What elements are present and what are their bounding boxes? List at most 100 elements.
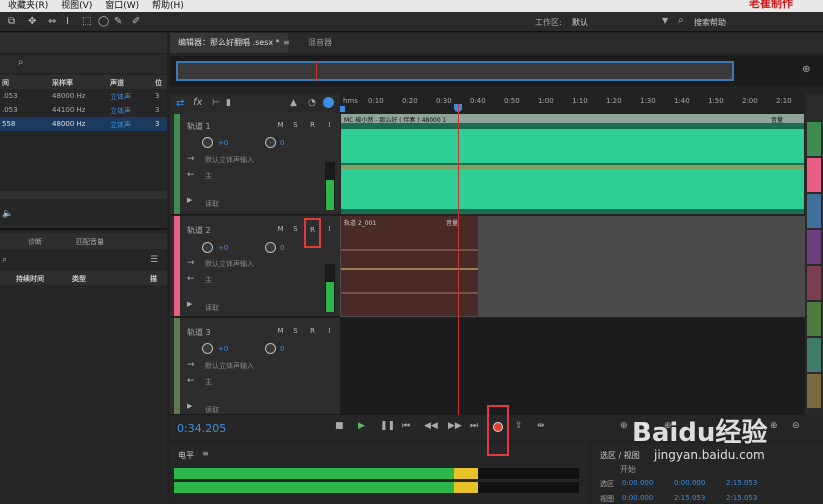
solo-button[interactable]: S (290, 225, 301, 233)
brush-icon[interactable]: ✎ (114, 16, 122, 27)
swap-icon[interactable]: ⇄ (176, 98, 184, 109)
play-icon[interactable]: ▶ (358, 421, 365, 431)
record-arm-button[interactable]: R (307, 327, 318, 335)
search-icon[interactable]: ⌕ (678, 15, 684, 26)
tab-mixer[interactable]: 混音器 (300, 33, 340, 53)
tab-menu-icon[interactable]: ≡ (283, 38, 290, 47)
track-meter (325, 264, 335, 312)
record-arm-button[interactable]: R (307, 121, 318, 129)
track-2-name[interactable]: 轨道 2 (187, 225, 211, 236)
heal-icon[interactable]: ✐ (132, 16, 140, 27)
fx-icon[interactable]: fx (193, 97, 202, 108)
automation-mode[interactable]: 读取 (205, 405, 219, 415)
list-icon[interactable]: ☰ (150, 255, 158, 265)
zoom-fit-icon[interactable]: ⊕ (802, 64, 810, 75)
send-icon[interactable]: ⊢ (212, 98, 220, 108)
track-output[interactable]: 主 (205, 171, 212, 181)
input-monitor-button[interactable]: I (324, 121, 335, 129)
expand-arrow-icon[interactable]: ▶ (187, 196, 192, 204)
file-row[interactable]: .053 44100 Hz 立体声 3 (0, 103, 167, 117)
track-3-lane[interactable] (340, 318, 805, 415)
volume-knob[interactable] (202, 137, 213, 148)
lasso-icon[interactable]: ◯ (98, 16, 109, 27)
pan-knob[interactable] (265, 343, 276, 354)
metronome-icon[interactable]: ▲ (290, 98, 297, 108)
razor-tool-icon[interactable]: ⇔ (48, 16, 56, 27)
go-to-start-icon[interactable]: ⏮ (402, 421, 410, 431)
automation-mode[interactable]: 读取 (205, 199, 219, 209)
workspace-select[interactable]: 默认 (572, 17, 588, 28)
menu-window[interactable]: 窗口(W) (105, 1, 139, 11)
move-tool-icon[interactable]: ✥ (28, 16, 36, 27)
baidu-logo: Baidu经验 (632, 418, 768, 448)
menu-help[interactable]: 帮助(H) (152, 1, 184, 11)
pause-icon[interactable]: ❚❚ (380, 421, 395, 431)
go-to-end-icon[interactable]: ⏭ (470, 421, 478, 431)
mute-button[interactable]: M (275, 327, 286, 335)
record-arm-button-highlighted[interactable]: R (304, 218, 321, 248)
rewind-icon[interactable]: ◀◀ (424, 421, 438, 431)
stop-icon[interactable]: ■ (335, 421, 344, 431)
marquee-icon[interactable]: ⬚ (82, 16, 91, 27)
expand-arrow-icon[interactable]: ▶ (187, 402, 192, 410)
file-row-selected[interactable]: 558 48000 Hz 立体声 3 (0, 117, 167, 131)
menu-favorites[interactable]: 收藏夹(R) (8, 1, 48, 11)
volume-knob[interactable] (202, 343, 213, 354)
track-1-lane[interactable]: MC 椒小然 - 那么好 ( 伴奏 ) 48000 1 音量 (340, 114, 805, 215)
file-row[interactable]: .053 48000 Hz 立体声 3 (0, 89, 167, 103)
spectral-icon[interactable]: ⧉ (8, 16, 15, 27)
menu-view[interactable]: 视图(V) (61, 1, 92, 11)
track-meter (325, 162, 335, 210)
track-output[interactable]: 主 (205, 377, 212, 387)
output-arrow-icon: ← (187, 376, 195, 386)
track-input[interactable]: 默认立体声输入 (205, 361, 254, 371)
chevron-down-icon[interactable]: ▼ (662, 16, 668, 25)
sync-icon[interactable] (323, 97, 334, 108)
mute-button[interactable]: M (275, 225, 286, 233)
pan-knob[interactable] (265, 242, 276, 253)
input-monitor-button[interactable]: I (324, 225, 335, 233)
files-panel: ⌕ 间 采样率 声道 位 .053 48000 Hz 立体声 3 .053 44… (0, 33, 167, 503)
fast-forward-icon[interactable]: ▶▶ (448, 421, 462, 431)
clip-accompaniment[interactable]: MC 椒小然 - 那么好 ( 伴奏 ) 48000 1 音量 (341, 114, 804, 214)
volume-knob[interactable] (202, 242, 213, 253)
track-input[interactable]: 默认立体声输入 (205, 259, 254, 269)
track-1-name[interactable]: 轨道 1 (187, 121, 211, 132)
time-ruler[interactable]: hms 0:10 0:20 0:30 0:40 0:50 1:00 1:10 1… (340, 94, 805, 114)
eq-icon[interactable]: ▮ (226, 98, 231, 108)
automation-mode[interactable]: 读取 (205, 303, 219, 313)
loop-icon[interactable]: ⇪ (515, 421, 523, 431)
search-icon[interactable]: ⌕ (18, 57, 24, 68)
timer-icon[interactable]: ◔ (308, 98, 316, 108)
panel-menu-icon[interactable]: ≡ (202, 449, 209, 458)
current-time[interactable]: 0:34.205 (177, 422, 226, 435)
solo-button[interactable]: S (290, 327, 301, 335)
expand-arrow-icon[interactable]: ▶ (187, 300, 192, 308)
level-title: 电平 (178, 451, 194, 460)
speaker-icon[interactable]: 🔈 (2, 209, 13, 219)
pan-knob[interactable] (265, 137, 276, 148)
text-cursor-icon[interactable]: I (66, 16, 69, 27)
output-arrow-icon: ← (187, 170, 195, 180)
tab-editor[interactable]: 编辑器：那么好翻唱 .sesx * (170, 33, 288, 53)
search-icon[interactable]: ⌕ (2, 255, 7, 265)
overview-viewport[interactable] (176, 61, 734, 81)
track-output[interactable]: 主 (205, 275, 212, 285)
mute-button[interactable]: M (275, 121, 286, 129)
input-arrow-icon: → (187, 154, 195, 164)
solo-button[interactable]: S (290, 121, 301, 129)
col-bit: 位 (155, 79, 162, 87)
input-monitor-button[interactable]: I (324, 327, 335, 335)
track-2-header: 轨道 2 M S R I +0 0 → 默认立体声输入 ← 主 ▶ 读取 (170, 216, 340, 317)
track-2-lane[interactable]: 轨道 2_001 音量 (340, 216, 805, 317)
skip-icon[interactable]: ⇹ (537, 421, 545, 431)
h-scrollbar[interactable] (0, 191, 167, 199)
tab-diagnose[interactable]: 诊断 (28, 237, 42, 247)
track-3-name[interactable]: 轨道 3 (187, 327, 211, 338)
zoom-in-amplitude-icon[interactable]: ⊕ (620, 421, 628, 431)
search-help[interactable]: 搜索帮助 (694, 17, 726, 28)
input-arrow-icon: → (187, 360, 195, 370)
track-input[interactable]: 默认立体声输入 (205, 155, 254, 165)
tab-match-volume[interactable]: 匹配音量 (76, 237, 104, 247)
loop-start-marker[interactable] (340, 106, 345, 112)
